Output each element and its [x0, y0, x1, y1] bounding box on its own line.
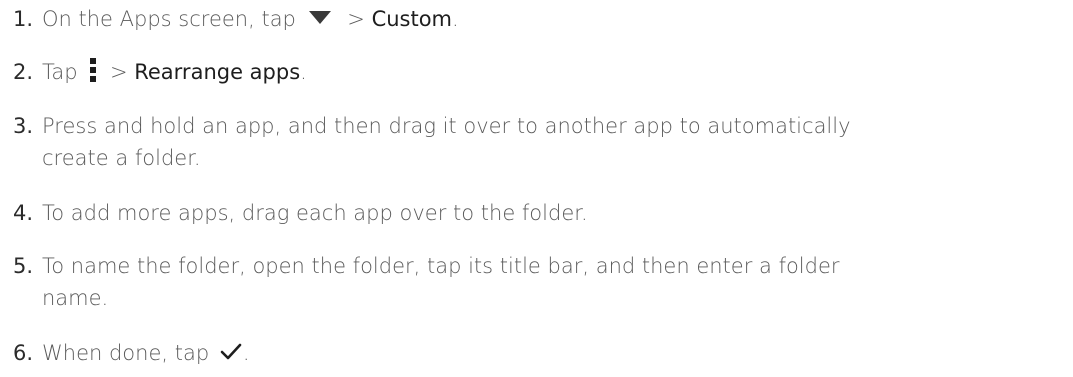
- step-number: 4.: [13, 201, 34, 225]
- step-number: 2.: [13, 60, 34, 84]
- more-vertical-icon: [89, 58, 97, 82]
- step-text: On the Apps screen, tap > Custom.: [42, 2, 459, 36]
- step-text-line: Press and hold an app, and then drag it …: [42, 114, 851, 138]
- step-text-part: .: [300, 60, 307, 84]
- step-number: 6.: [13, 341, 34, 365]
- step-text: To add more apps, drag each app over to …: [42, 201, 588, 225]
- step-text: Tap > Rearrange apps.: [42, 55, 307, 89]
- dropdown-triangle-icon: [308, 11, 331, 25]
- step-number: 3.: [13, 114, 34, 138]
- ui-label-rearrange-apps: Rearrange apps: [134, 60, 301, 84]
- step-text-part: When done, tap: [42, 341, 210, 365]
- step-text-line: create a folder.: [42, 146, 201, 170]
- step-text: When done, tap .: [42, 336, 250, 370]
- step-text: To name the folder, open the folder, tap…: [42, 249, 840, 315]
- step-text-line: To name the folder, open the folder, tap…: [42, 254, 840, 278]
- step-text: Press and hold an app, and then drag it …: [42, 109, 851, 175]
- step-number: 5.: [13, 254, 34, 278]
- step-text-part: .: [452, 7, 459, 31]
- separator: >: [109, 60, 128, 84]
- step-number: 1.: [13, 7, 34, 31]
- step-text-part: Tap: [42, 60, 78, 84]
- ui-label-custom: Custom: [371, 7, 453, 31]
- step-text-part: On the Apps screen, tap: [42, 7, 296, 31]
- step-text-line: name.: [42, 286, 109, 310]
- separator: >: [347, 7, 365, 31]
- checkmark-icon: [220, 343, 242, 361]
- step-text-part: .: [242, 341, 250, 365]
